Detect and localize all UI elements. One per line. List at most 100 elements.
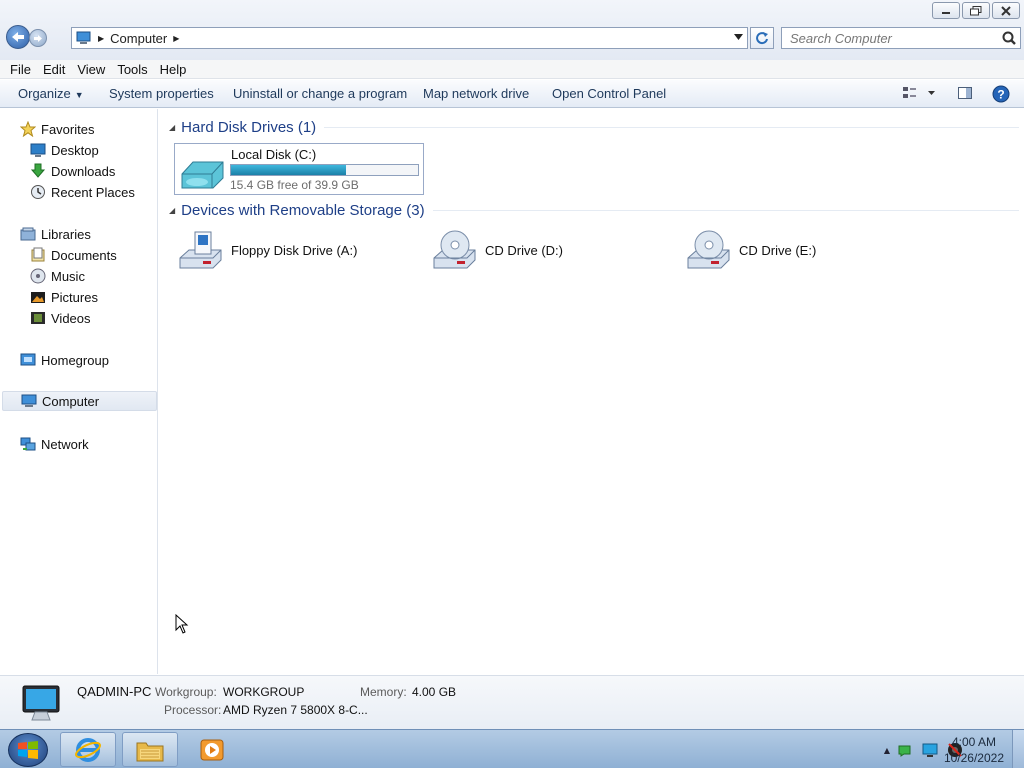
taskbar-media-player[interactable] [184,732,240,767]
show-desktop-button[interactable] [1012,730,1024,768]
menu-view[interactable]: View [71,62,111,77]
clock-date: 10/26/2022 [943,751,1004,765]
change-view-button[interactable] [902,85,938,104]
nav-music[interactable]: Music [0,266,157,286]
address-bar[interactable]: ▶ Computer ▶ [71,27,748,49]
forward-button[interactable] [29,29,47,47]
nav-recent-places-label: Recent Places [51,184,135,200]
cd-drive-icon [433,230,476,269]
network-tray-icon[interactable] [922,743,938,757]
mouse-cursor-icon [175,614,189,634]
restore-button[interactable] [962,2,990,19]
workgroup-label: Workgroup: [155,685,217,699]
processor-value: AMD Ryzen 7 5800X 8-C... [223,703,368,717]
open-control-panel-button[interactable]: Open Control Panel [552,86,666,101]
nav-favorites[interactable]: Favorites [0,119,157,139]
pictures-icon [30,289,46,305]
memory-label: Memory: [360,685,407,699]
window-chrome: ▶ Computer ▶ [0,0,1024,60]
window-controls [932,2,1020,19]
start-button[interactable] [8,733,48,767]
close-button[interactable] [992,2,1020,19]
homegroup-icon [20,352,36,368]
refresh-button[interactable] [750,27,774,49]
minimize-icon [942,11,950,14]
desktop-icon [30,142,46,158]
media-player-icon [200,739,224,760]
taskbar-internet-explorer[interactable] [60,732,116,767]
chevron-down-icon[interactable] [734,34,743,40]
star-icon [19,120,37,138]
content-pane: ◢ Hard Disk Drives (1) Local Disk (C:) 1… [159,109,1024,674]
drive-local-disk-c[interactable]: Local Disk (C:) 15.4 GB free of 39.9 GB [174,143,424,195]
nav-pictures[interactable]: Pictures [0,287,157,307]
computer-icon [21,393,37,409]
nav-libraries-label: Libraries [41,226,91,242]
drive-floppy-a[interactable]: Floppy Disk Drive (A:) [177,225,357,275]
group-hard-disk-drives[interactable]: ◢ Hard Disk Drives (1) [169,119,1019,136]
taskbar-windows-explorer[interactable] [122,732,178,767]
menu-edit[interactable]: Edit [37,62,71,77]
workgroup-value: WORKGROUP [223,685,305,699]
nav-downloads[interactable]: Downloads [0,161,157,181]
drive-name: Local Disk (C:) [231,147,317,162]
clock[interactable]: 4:00 AM 10/26/2022 [944,734,1004,766]
view-options-icon [903,87,935,98]
hard-disk-icon [181,161,224,189]
system-properties-button[interactable]: System properties [109,86,214,101]
organize-button[interactable]: Organize ▼ [18,86,84,101]
drive-cd-d[interactable]: CD Drive (D:) [431,225,563,275]
download-arrow-icon [30,163,46,179]
minimize-button[interactable] [932,2,960,19]
breadcrumb-separator-icon[interactable]: ▶ [98,34,104,43]
nav-music-label: Music [51,268,85,284]
search-input[interactable] [782,28,992,48]
cd-drive-icon [687,230,730,269]
breadcrumb-separator-icon[interactable]: ▶ [173,34,179,43]
nav-downloads-label: Downloads [51,163,116,179]
collapse-triangle-icon[interactable]: ◢ [169,123,175,132]
show-hidden-icons-icon[interactable]: ▲ [884,746,890,755]
drive-usage-bar [230,164,419,176]
internet-explorer-icon [75,737,101,762]
preview-pane-icon [958,87,972,99]
film-icon [30,310,46,326]
command-bar: Organize ▼ System properties Uninstall or… [0,80,1024,108]
nav-pictures-label: Pictures [51,289,98,305]
uninstall-program-button[interactable]: Uninstall or change a program [233,86,407,101]
group-divider [432,210,1019,211]
drive-cd-e[interactable]: CD Drive (E:) [685,225,816,275]
documents-icon [30,247,46,263]
menu-help[interactable]: Help [154,62,193,77]
libraries-icon [20,226,36,242]
group-removable-storage[interactable]: ◢ Devices with Removable Storage (3) [169,202,1019,219]
nav-homegroup-label: Homegroup [41,352,109,368]
search-box[interactable] [781,27,1021,49]
navigation-pane: Favorites Desktop Downloads Recent Place… [0,109,158,674]
search-icon[interactable] [1002,31,1016,45]
help-icon: ? [992,85,1010,103]
collapse-triangle-icon[interactable]: ◢ [169,206,175,215]
breadcrumb-computer[interactable]: Computer [110,31,167,46]
nav-videos[interactable]: Videos [0,308,157,328]
nav-computer[interactable]: Computer [2,391,157,411]
nav-documents[interactable]: Documents [0,245,157,265]
preview-pane-button[interactable] [957,85,973,104]
details-pane: QADMIN-PC Workgroup: WORKGROUP Memory: 4… [0,675,1024,729]
drive-free-space: 15.4 GB free of 39.9 GB [230,178,359,192]
back-button[interactable] [6,25,30,49]
nav-homegroup[interactable]: Homegroup [0,350,157,370]
menu-tools[interactable]: Tools [111,62,153,77]
computer-name: QADMIN-PC [77,684,152,699]
action-center-icon[interactable] [898,743,914,757]
nav-network[interactable]: Network [0,434,157,454]
network-icon [20,436,36,452]
nav-desktop[interactable]: Desktop [0,140,157,160]
menu-file[interactable]: File [4,62,37,77]
nav-libraries[interactable]: Libraries [0,224,157,244]
map-network-drive-button[interactable]: Map network drive [423,86,529,101]
group-hard-disk-drives-label: Hard Disk Drives (1) [181,119,317,136]
nav-recent-places[interactable]: Recent Places [0,182,157,202]
nav-desktop-label: Desktop [51,142,99,158]
help-button[interactable]: ? [992,85,1010,106]
